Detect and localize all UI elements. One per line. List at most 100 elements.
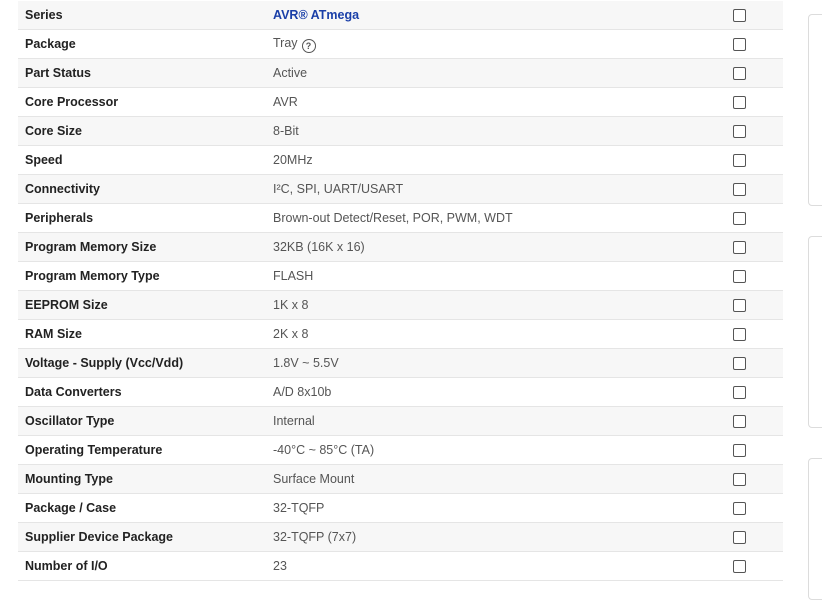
help-question-icon[interactable]: ? [301,38,316,53]
spec-label: Operating Temperature [18,435,273,465]
spec-value: 32KB (16K x 16) [273,240,365,254]
spec-select-checkbox[interactable] [733,270,746,284]
spec-value-cell: 32-TQFP (7x7) [273,522,733,552]
spec-value: 1.8V ~ 5.5V [273,356,339,370]
spec-select-checkbox[interactable] [733,9,746,23]
spec-select-cell [733,319,783,349]
spec-row-ram-size: RAM Size 2K x 8 [18,319,783,349]
spec-label: Part Status [18,58,273,88]
spec-value-cell: 1K x 8 [273,290,733,320]
spec-value-cell: 32-TQFP [273,493,733,523]
spec-select-cell [733,203,783,233]
side-panel-card [808,458,822,600]
spec-value-cell: AVR [273,87,733,117]
spec-value: 32-TQFP (7x7) [273,530,357,544]
spec-select-cell [733,87,783,117]
spec-select-cell [733,1,783,30]
spec-select-checkbox[interactable] [733,67,746,81]
spec-row-series: Series AVR® ATmega [18,1,783,30]
spec-label: Core Size [18,116,273,146]
spec-value-cell: FLASH [273,261,733,291]
spec-select-cell [733,116,783,146]
spec-select-checkbox[interactable] [733,241,746,255]
spec-label: Supplier Device Package [18,522,273,552]
spec-select-checkbox[interactable] [733,212,746,226]
spec-label: Voltage - Supply (Vcc/Vdd) [18,348,273,378]
spec-row-data-converters: Data Converters A/D 8x10b [18,377,783,407]
spec-label: Number of I/O [18,551,273,581]
spec-value: 8-Bit [273,124,299,138]
spec-select-cell [733,377,783,407]
spec-row-part-status: Part Status Active [18,58,783,88]
spec-select-checkbox[interactable] [733,96,746,110]
spec-label: Core Processor [18,87,273,117]
spec-value-cell: A/D 8x10b [273,377,733,407]
spec-label: Speed [18,145,273,175]
spec-label: Series [18,1,273,30]
spec-value-cell: 20MHz [273,145,733,175]
spec-value: 20MHz [273,153,313,167]
product-attributes-table: Series AVR® ATmega Package Tray? Part Status… [18,1,783,581]
spec-value-cell: 8-Bit [273,116,733,146]
spec-select-checkbox[interactable] [733,328,746,342]
spec-label: EEPROM Size [18,290,273,320]
spec-label: RAM Size [18,319,273,349]
spec-value-cell: Tray? [273,29,733,59]
spec-select-checkbox[interactable] [733,38,746,52]
spec-select-checkbox[interactable] [733,415,746,429]
spec-select-cell [733,261,783,291]
spec-value-cell: Surface Mount [273,464,733,494]
spec-select-checkbox[interactable] [733,560,746,574]
spec-select-checkbox[interactable] [733,299,746,313]
spec-label: Peripherals [18,203,273,233]
spec-value: I²C, SPI, UART/USART [273,182,404,196]
spec-value: 2K x 8 [273,327,309,341]
spec-select-cell [733,435,783,465]
spec-select-checkbox[interactable] [733,531,746,545]
spec-label: Package [18,29,273,59]
spec-select-cell [733,348,783,378]
spec-value: 32-TQFP [273,501,325,515]
spec-value-cell: Active [273,58,733,88]
spec-row-program-memory-size: Program Memory Size 32KB (16K x 16) [18,232,783,262]
spec-row-peripherals: Peripherals Brown-out Detect/Reset, POR, … [18,203,783,233]
spec-label: Oscillator Type [18,406,273,436]
spec-select-checkbox[interactable] [733,444,746,458]
spec-row-package: Package Tray? [18,29,783,59]
spec-select-cell [733,145,783,175]
spec-select-cell [733,406,783,436]
spec-select-cell [733,174,783,204]
spec-label: Mounting Type [18,464,273,494]
spec-row-voltage-supply-vcc-vdd: Voltage - Supply (Vcc/Vdd) 1.8V ~ 5.5V [18,348,783,378]
spec-row-supplier-device-package: Supplier Device Package 32-TQFP (7x7) [18,522,783,552]
spec-value-cell: 23 [273,551,733,581]
spec-select-checkbox[interactable] [733,386,746,400]
spec-value-cell: 32KB (16K x 16) [273,232,733,262]
spec-value-cell: Internal [273,406,733,436]
spec-select-checkbox[interactable] [733,125,746,139]
spec-row-eeprom-size: EEPROM Size 1K x 8 [18,290,783,320]
spec-value: Active [273,66,308,80]
spec-value: AVR [273,95,298,109]
spec-select-checkbox[interactable] [733,183,746,197]
spec-table-body: Series AVR® ATmega Package Tray? Part Status… [18,1,783,581]
spec-select-checkbox[interactable] [733,502,746,516]
spec-row-package-case: Package / Case 32-TQFP [18,493,783,523]
spec-value: 23 [273,559,287,573]
spec-select-cell [733,232,783,262]
spec-value-cell: I²C, SPI, UART/USART [273,174,733,204]
spec-row-speed: Speed 20MHz [18,145,783,175]
spec-select-checkbox[interactable] [733,154,746,168]
spec-select-cell [733,493,783,523]
spec-row-operating-temperature: Operating Temperature -40°C ~ 85°C (TA) [18,435,783,465]
spec-select-cell [733,29,783,59]
spec-row-oscillator-type: Oscillator Type Internal [18,406,783,436]
spec-label: Data Converters [18,377,273,407]
spec-select-checkbox[interactable] [733,473,746,487]
spec-select-cell [733,522,783,552]
series-link[interactable]: AVR® ATmega [273,8,359,22]
spec-select-checkbox[interactable] [733,357,746,371]
spec-row-core-processor: Core Processor AVR [18,87,783,117]
spec-value-cell: 1.8V ~ 5.5V [273,348,733,378]
spec-label: Program Memory Type [18,261,273,291]
